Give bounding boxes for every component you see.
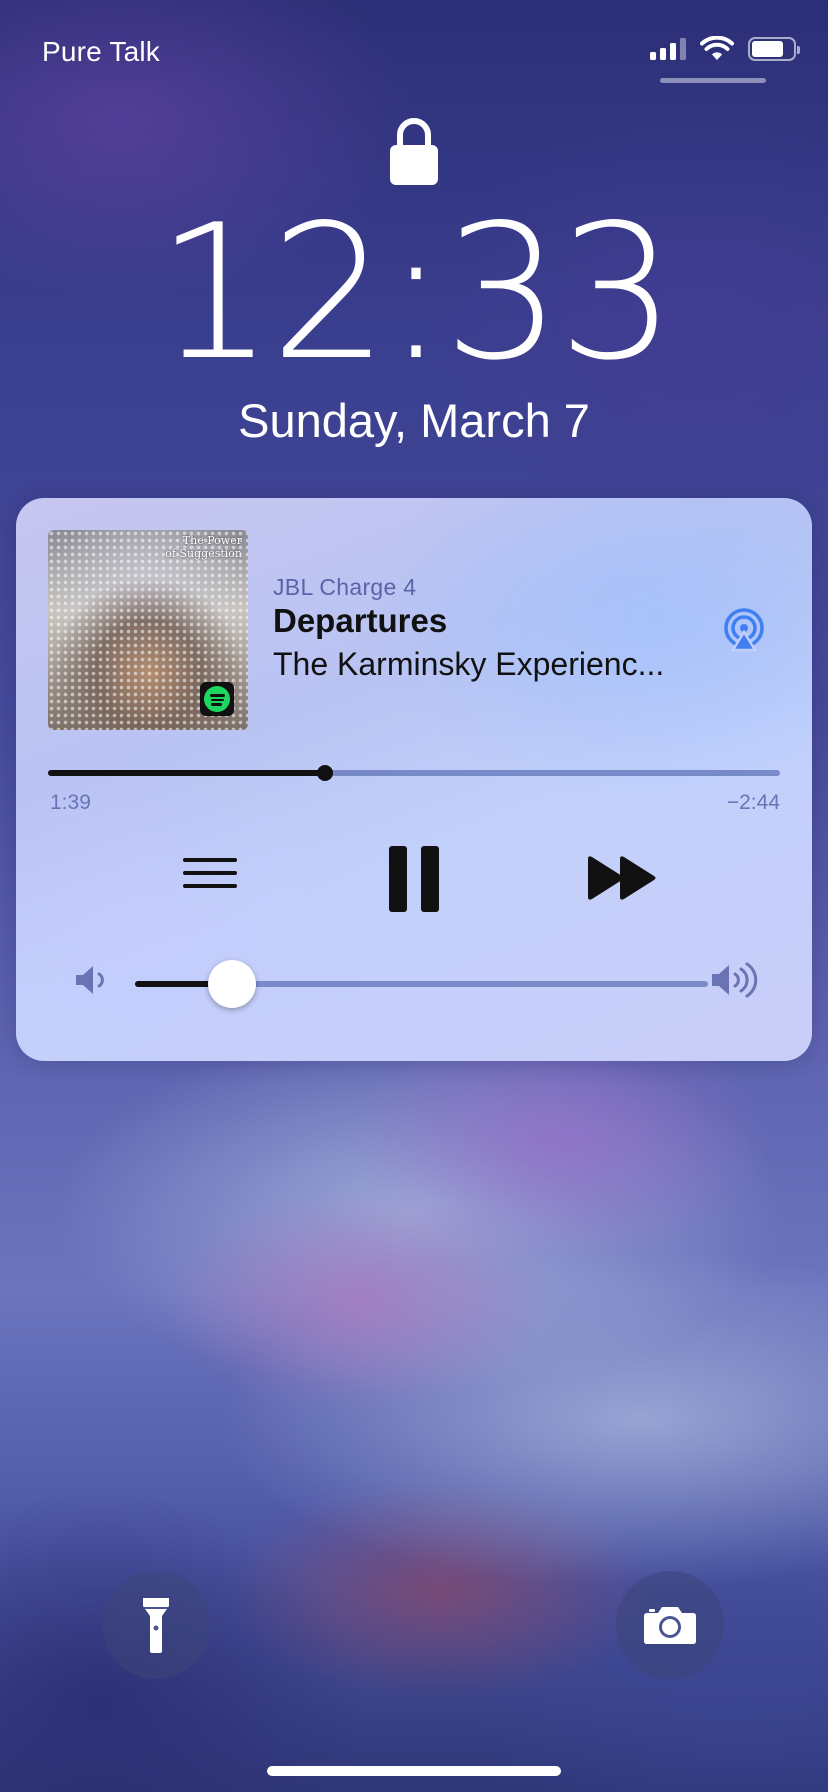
fast-forward-icon[interactable] [586,854,658,902]
remaining-time: −2:44 [726,791,780,814]
output-device-name: JBL Charge 4 [273,574,417,600]
status-bar: Pure Talk [0,0,828,100]
lock-icon [390,118,438,185]
volume-slider[interactable] [135,960,708,1008]
scrubber-handle[interactable] [316,765,333,781]
menu-icon[interactable] [183,858,237,898]
battery-icon [748,37,800,61]
flashlight-button[interactable] [102,1571,210,1679]
status-icons [650,36,800,62]
playback-scrubber[interactable] [48,765,780,781]
lock-screen-date: Sunday, March 7 [238,394,590,447]
artist-name: The Karminsky Experienc... [273,646,665,682]
album-art[interactable]: The Power of Suggestion [48,530,248,730]
camera-button[interactable] [616,1571,724,1679]
pause-icon[interactable] [389,846,439,912]
playback-progress-fill [48,770,325,776]
cellular-signal-icon [650,38,686,60]
home-indicator[interactable] [267,1766,561,1776]
camera-icon [644,1607,696,1644]
volume-high-icon [712,962,758,998]
control-center-indicator[interactable] [660,78,766,83]
now-playing-widget: The Power of Suggestion JBL Charge 4 Depa… [16,498,812,1061]
track-title: Departures [273,602,448,639]
flashlight-icon [143,1598,169,1653]
volume-handle[interactable] [208,960,257,1008]
elapsed-time: 1:39 [50,791,91,814]
airplay-icon[interactable] [722,608,766,652]
spotify-icon [200,682,234,716]
carrier-name: Pure Talk [42,36,161,67]
lock-screen-time: 12:33 [155,184,676,401]
album-art-text: The Power of Suggestion [165,534,242,560]
volume-low-icon [76,966,104,994]
wifi-icon [700,36,734,60]
